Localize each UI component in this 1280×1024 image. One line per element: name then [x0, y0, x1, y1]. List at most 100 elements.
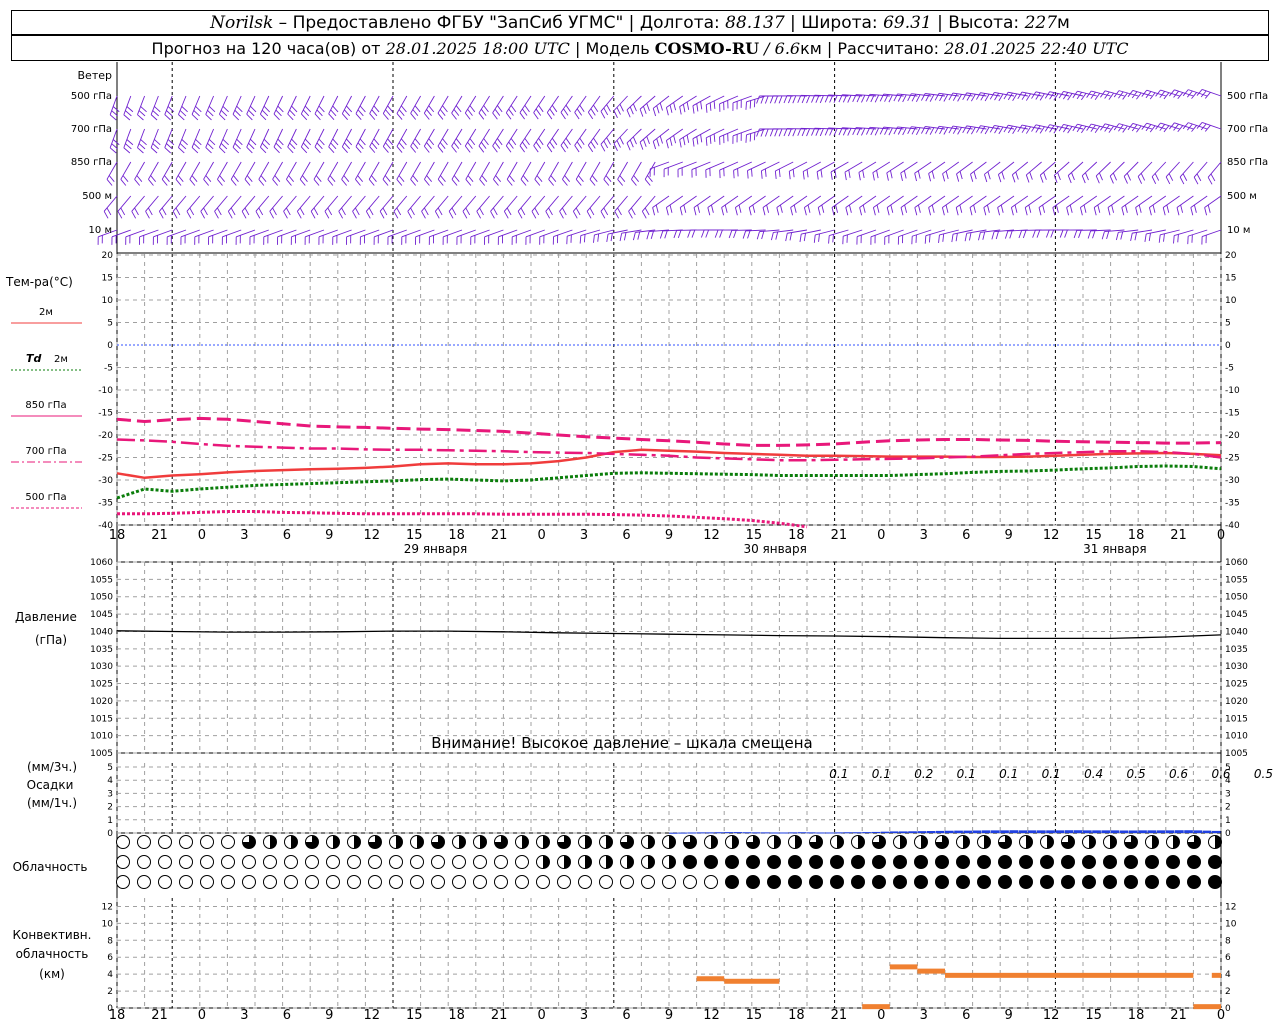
wind-barb-flag [480, 108, 487, 116]
cloud-fill [459, 835, 466, 849]
cloud-symbol [851, 875, 865, 889]
cloud-circle [179, 875, 193, 889]
wind-barb-flag [1152, 204, 1156, 213]
cloud-circle [431, 875, 445, 889]
wind-barb-flag [931, 170, 935, 179]
wind-barb [546, 128, 559, 146]
wind-barb-flag [476, 211, 482, 219]
wind-barb-flag [316, 142, 323, 150]
wind-barb-flag [106, 179, 113, 186]
wind-barb-flag [775, 231, 779, 240]
wind-barb [241, 195, 256, 212]
cloud-fill [1047, 835, 1054, 849]
wind-barb-flag [700, 101, 703, 110]
wind-barb-flag [497, 138, 503, 146]
cloud-symbol [1187, 855, 1201, 869]
cloud-symbol [158, 835, 172, 849]
wind-barb-flag [117, 211, 123, 219]
wind-barb-flag [734, 207, 738, 216]
wind-barb-flag [629, 139, 634, 148]
wind-barb-flag [161, 207, 167, 216]
pres-ytick-left: 1030 [90, 662, 113, 672]
wind-barb [1137, 161, 1153, 177]
wind-barb-flag [412, 109, 419, 116]
wind-barb-flag [764, 95, 769, 104]
wind-barb-flag [396, 113, 403, 120]
wind-barb-flag [643, 106, 647, 114]
wind-barb-flag [1083, 204, 1087, 213]
wind-barb [310, 195, 325, 212]
wind-barb-flag [533, 112, 539, 120]
wind-barb-flag [1094, 125, 1101, 134]
hour-label-top: 0 [537, 528, 545, 543]
precip-bar [926, 831, 936, 833]
wind-barb-flag [966, 93, 972, 101]
wind-barb [1179, 161, 1194, 178]
wind-barb-flag [442, 105, 448, 113]
cloud-fill [711, 835, 718, 849]
wind-barb-flag [679, 207, 683, 216]
wind-barb-flag [917, 170, 921, 179]
wind-barb-flag [289, 109, 296, 117]
wind-barb [747, 161, 766, 171]
wind-barb-flag [1162, 207, 1166, 216]
wind-barb [214, 195, 228, 212]
cloud-symbol [368, 875, 382, 889]
convective-bar [945, 972, 1194, 978]
cloud-circle [1187, 875, 1201, 889]
wind-barb-flag [1154, 173, 1160, 181]
wind-barb-flag [641, 211, 647, 219]
wind-barb-flag [148, 179, 154, 186]
wind-barb-flag [938, 234, 940, 243]
wind-barb-flag [769, 95, 774, 104]
hour-label-top: 21 [491, 528, 508, 543]
wind-barb-flag [1025, 174, 1030, 183]
wind-barb-flag [619, 175, 626, 182]
cloud-fill [543, 835, 550, 849]
cloud-fill [921, 835, 928, 849]
cloud-symbol [1061, 855, 1075, 869]
wind-barb-flag [421, 211, 426, 219]
wind-barb [355, 95, 366, 114]
temp-ytick-right: 15 [1225, 274, 1236, 284]
wind-barb-flag [737, 168, 739, 177]
conv-ytick-left: 4 [107, 970, 113, 980]
wind-barb-flag [787, 95, 792, 104]
wind-barb-flag [565, 104, 571, 113]
wind-barb [314, 95, 325, 115]
wind-barb [230, 161, 242, 180]
wind-barb-flag [167, 139, 175, 146]
wind-barb-flag [244, 207, 250, 216]
cloud-symbol [452, 875, 466, 889]
wind-barb-flag [917, 204, 921, 213]
cloud-circle [620, 875, 634, 889]
pres-ytick-left: 1045 [90, 610, 113, 620]
wind-barb-flag [603, 140, 609, 149]
cloud-fill [627, 855, 634, 869]
cloud-symbol [620, 855, 634, 869]
wind-barb-flag [519, 112, 525, 120]
wind-barb-flag [632, 103, 637, 112]
wind-barb-flag [959, 171, 963, 180]
precip-bar [899, 831, 908, 833]
wind-barb-flag [709, 135, 712, 144]
wind-barb [232, 128, 242, 148]
wind-barb-flag [1067, 93, 1073, 101]
wind-barb-flag [382, 146, 389, 153]
wind-barb-flag [480, 141, 487, 149]
wind-barb-flag [665, 107, 669, 116]
wind-barb-flag [900, 172, 903, 181]
precip-bar [1018, 830, 1028, 833]
cloud-circle [1145, 855, 1159, 869]
wind-barb-flag [136, 175, 143, 182]
cloud-circle [242, 855, 256, 869]
cloud-circle [221, 855, 235, 869]
cloud-symbol [1187, 875, 1201, 889]
wind-barb-flag [970, 127, 976, 135]
wind-barb-flag [1078, 230, 1082, 238]
wind-barb-flag [428, 138, 435, 146]
wind-barb-flag [724, 204, 728, 213]
cloud-circle [326, 875, 340, 889]
wind-barb [158, 195, 173, 212]
wind-barb [505, 95, 518, 114]
